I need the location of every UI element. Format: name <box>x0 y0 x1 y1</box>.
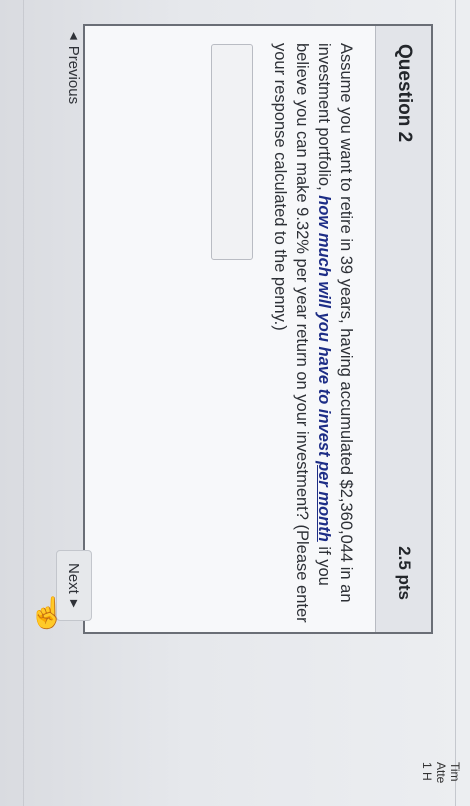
question-points: 2.5 pts <box>395 546 414 600</box>
hand-cursor-icon: ☝ <box>28 597 67 631</box>
question-text: Assume you want to retire in 39 years, h… <box>269 43 357 623</box>
next-label: Next <box>65 563 83 594</box>
question-text-underlined: per month <box>315 461 333 542</box>
quiz-info-panel: Tim Atte 1 H <box>420 762 462 806</box>
previous-button[interactable]: ◀ Previous <box>58 22 90 114</box>
question-text-emphasis: how much will you have to invest <box>315 195 333 462</box>
previous-label: Previous <box>65 45 83 105</box>
question-header: Question 2 2.5 pts <box>375 26 431 632</box>
chevron-right-icon: ▶ <box>68 599 80 608</box>
chevron-left-icon: ◀ <box>68 32 80 40</box>
screen: Question 2 2.5 pts Assume you want to re… <box>0 0 470 806</box>
divider <box>455 0 456 806</box>
divider <box>23 0 24 806</box>
timer-label: Tim <box>448 762 462 782</box>
question-title: Question 2 <box>394 44 415 143</box>
time-value: 1 H <box>420 762 434 781</box>
answer-input[interactable] <box>211 44 253 260</box>
question-card: Question 2 2.5 pts Assume you want to re… <box>83 24 433 634</box>
attempt-label: Atte <box>434 762 448 784</box>
